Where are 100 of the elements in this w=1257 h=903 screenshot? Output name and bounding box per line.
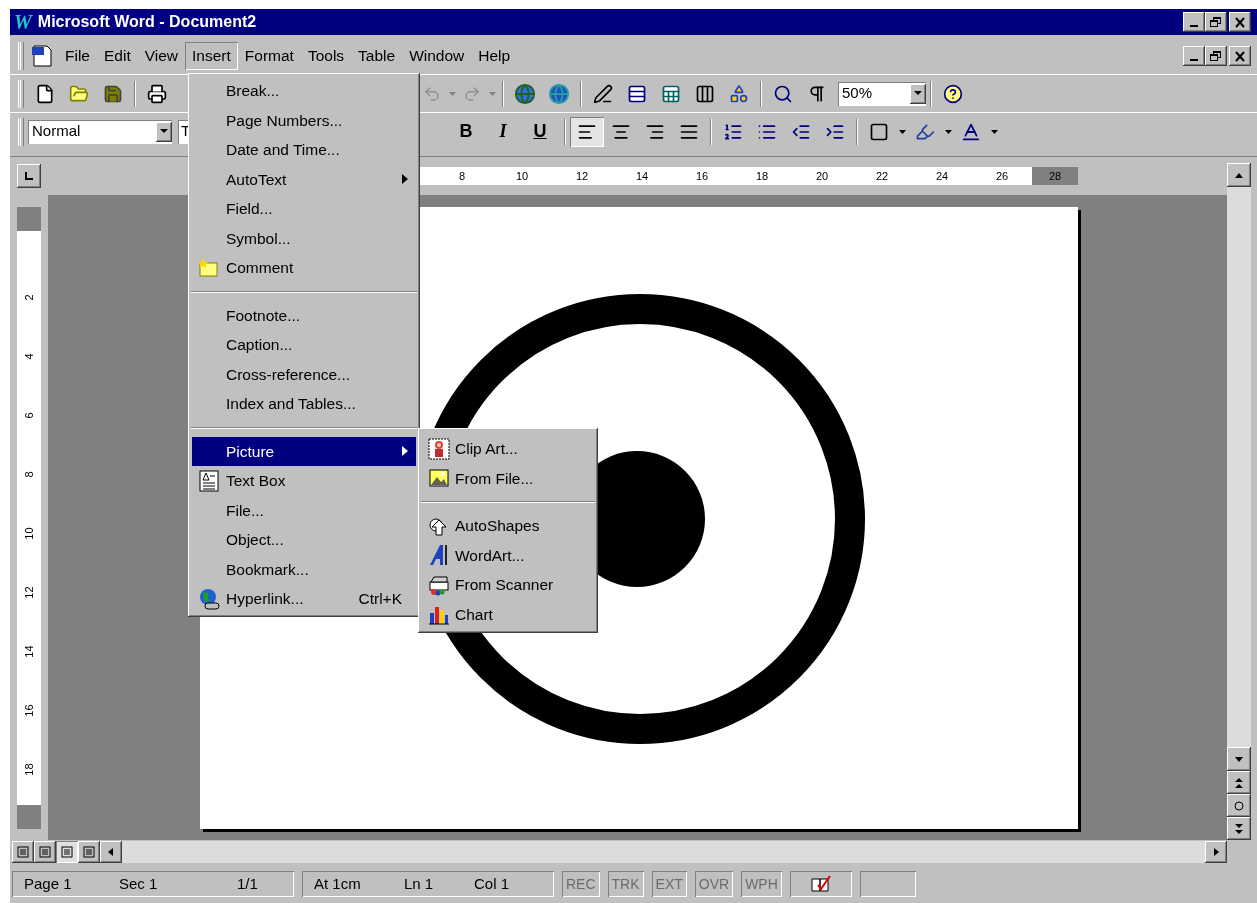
menu-item[interactable]: AutoShapes — [421, 511, 595, 541]
book-check-icon — [809, 875, 832, 893]
ruler-label: 14 — [23, 645, 35, 658]
browse-object-button[interactable] — [1227, 794, 1251, 817]
columns-icon — [695, 83, 715, 104]
tab-stop-icon — [25, 172, 33, 180]
text-format-button[interactable]: U — [523, 116, 557, 147]
ruler-label: 10 — [515, 170, 529, 182]
dropdown-button[interactable] — [156, 121, 172, 142]
menu-item[interactable]: Bookmark... — [192, 554, 416, 584]
ruler-margin-handle[interactable] — [17, 207, 41, 231]
next-page-button[interactable] — [1227, 817, 1251, 840]
close-button[interactable] — [1229, 46, 1251, 66]
ruler-label: 20 — [815, 170, 829, 182]
menu-bar-item[interactable]: Insert — [185, 42, 238, 70]
caret-icon — [898, 129, 906, 134]
view-button[interactable] — [78, 841, 100, 863]
menu-bar-item[interactable]: File — [58, 42, 97, 70]
status-text: Sec 1 — [119, 875, 158, 892]
globe-icon — [548, 82, 570, 105]
toolbar-grip[interactable] — [18, 79, 24, 108]
minimize-button[interactable] — [1183, 12, 1205, 32]
submenu-arrow-icon — [402, 174, 408, 185]
menu-item[interactable]: Caption... — [192, 330, 416, 360]
status-text: 1/1 — [237, 875, 258, 892]
print-icon — [147, 83, 167, 104]
menu-item[interactable]: Clip Art... — [421, 434, 595, 464]
menu-item[interactable]: Cross-reference... — [192, 359, 416, 389]
menu-bar-item[interactable]: Help — [471, 42, 518, 70]
menu-item[interactable]: From Scanner — [421, 570, 595, 600]
minimize-button[interactable] — [1183, 46, 1205, 66]
view-icon — [17, 846, 29, 858]
ruler-label: 18 — [755, 170, 769, 182]
double-down-arrow-icon — [1234, 822, 1244, 835]
ruler-label: 8 — [23, 471, 35, 478]
menu-item[interactable]: Footnote... — [192, 300, 416, 330]
view-icon — [83, 846, 95, 858]
dropdown-button[interactable] — [910, 83, 926, 104]
status-text: At 1cm — [314, 875, 361, 892]
scroll-down-button[interactable] — [1227, 747, 1251, 771]
menu-bar-item[interactable]: Edit — [97, 42, 138, 70]
table-icon — [627, 83, 647, 104]
caret-icon — [160, 129, 168, 134]
text-format-button[interactable]: I — [486, 116, 520, 147]
view-button[interactable] — [34, 841, 56, 863]
restore-button[interactable] — [1205, 12, 1227, 32]
ruler-margin-handle[interactable] — [17, 805, 41, 829]
menu-item[interactable]: Date and Time... — [192, 135, 416, 165]
view-button[interactable] — [12, 841, 34, 863]
app-logo: W — [14, 12, 32, 32]
menu-item[interactable]: Text Box — [192, 466, 416, 496]
ruler-label: 12 — [575, 170, 589, 182]
ruler-label: 26 — [995, 170, 1009, 182]
save-icon — [103, 83, 123, 104]
caret-icon — [448, 91, 456, 96]
scroll-right-button[interactable] — [1205, 841, 1227, 863]
menu-item[interactable]: Chart — [421, 599, 595, 629]
tab-stop-button[interactable] — [17, 164, 41, 188]
status-indicator: OVR — [694, 871, 734, 897]
ruler-label: 22 — [875, 170, 889, 182]
menu-item[interactable]: Index and Tables... — [192, 389, 416, 419]
text-format-button[interactable]: B — [449, 116, 483, 147]
zoom-field[interactable]: 50% — [838, 81, 926, 106]
menu-item[interactable]: Picture — [192, 436, 416, 466]
highlighter-icon — [915, 121, 935, 142]
menu-bar-item[interactable]: Table — [351, 42, 403, 70]
menu-item[interactable]: Symbol... — [192, 223, 416, 253]
menu-item[interactable]: AutoText — [192, 164, 416, 194]
status-text: Page 1 — [24, 875, 72, 892]
scroll-up-button[interactable] — [1227, 163, 1251, 187]
restore-icon — [1210, 50, 1222, 62]
restore-icon — [1210, 16, 1222, 28]
align-button[interactable] — [570, 116, 604, 147]
menu-item[interactable]: Hyperlink... Ctrl+K — [192, 584, 416, 614]
toolbar-grip[interactable] — [18, 117, 24, 146]
menu-bar-item[interactable]: View — [137, 42, 186, 70]
caret-icon — [990, 129, 998, 134]
style-field[interactable]: Normal — [28, 119, 172, 144]
menu-item[interactable]: Page Numbers... — [192, 105, 416, 135]
menu-item[interactable]: Object... — [192, 525, 416, 555]
caret-icon — [944, 129, 952, 134]
menu-item[interactable]: Comment — [192, 253, 416, 283]
toolbar-grip[interactable] — [18, 42, 24, 70]
ruler-label: 8 — [458, 170, 466, 182]
document-icon — [30, 44, 54, 68]
previous-page-button[interactable] — [1227, 771, 1251, 794]
menu-item[interactable]: WordArt... — [421, 540, 595, 570]
menu-bar-item[interactable]: Tools — [300, 42, 352, 70]
menu-item[interactable]: File... — [192, 495, 416, 525]
menu-item[interactable]: Break... — [192, 76, 416, 106]
scroll-left-button[interactable] — [100, 841, 122, 863]
menu-bar-item[interactable]: Format — [237, 42, 301, 70]
menu-item[interactable]: From File... — [421, 463, 595, 493]
menu-bar-item[interactable]: Window — [402, 42, 472, 70]
restore-button[interactable] — [1205, 46, 1227, 66]
menu-item[interactable]: Field... — [192, 194, 416, 224]
close-button[interactable] — [1229, 12, 1251, 32]
ruler-label: 24 — [935, 170, 949, 182]
view-button[interactable] — [56, 841, 78, 863]
globe-icon — [514, 82, 536, 105]
